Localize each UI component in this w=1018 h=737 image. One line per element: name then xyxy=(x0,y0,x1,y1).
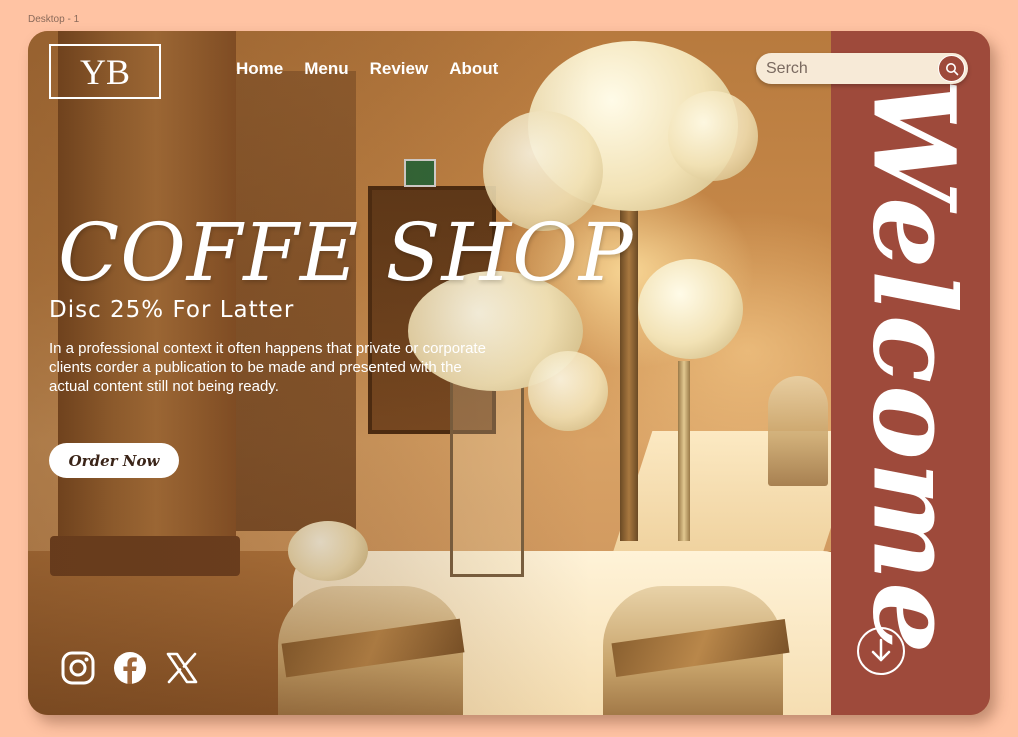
instagram-icon[interactable] xyxy=(61,651,95,685)
frame-label: Desktop - 1 xyxy=(28,14,80,25)
nav-home[interactable]: Home xyxy=(236,59,283,79)
scroll-down-button[interactable] xyxy=(857,627,905,675)
logo-text: YB xyxy=(79,51,130,92)
hero-description: In a professional context it often happe… xyxy=(49,340,486,395)
search-bar xyxy=(756,53,968,84)
search-button[interactable] xyxy=(938,55,965,82)
nav-about[interactable]: About xyxy=(449,59,498,79)
logo[interactable]: YB xyxy=(49,44,161,99)
x-icon[interactable] xyxy=(165,651,199,685)
main-nav: Home Menu Review About xyxy=(236,59,498,79)
hero-subtitle: Disc 25% For Latter xyxy=(49,297,295,323)
arrow-down-circle-icon xyxy=(871,638,891,662)
social-links xyxy=(61,651,199,685)
search-icon xyxy=(945,62,958,75)
hero-title: COFFE SHOP xyxy=(58,206,634,299)
search-input[interactable] xyxy=(764,57,933,81)
order-now-button[interactable]: Order Now xyxy=(49,443,179,478)
welcome-heading: Welcome xyxy=(847,78,979,656)
facebook-icon[interactable] xyxy=(113,651,147,685)
nav-review[interactable]: Review xyxy=(370,59,429,79)
landing-card: Welcome YB Home Menu Review About COFFE … xyxy=(28,31,990,715)
nav-menu[interactable]: Menu xyxy=(304,59,348,79)
